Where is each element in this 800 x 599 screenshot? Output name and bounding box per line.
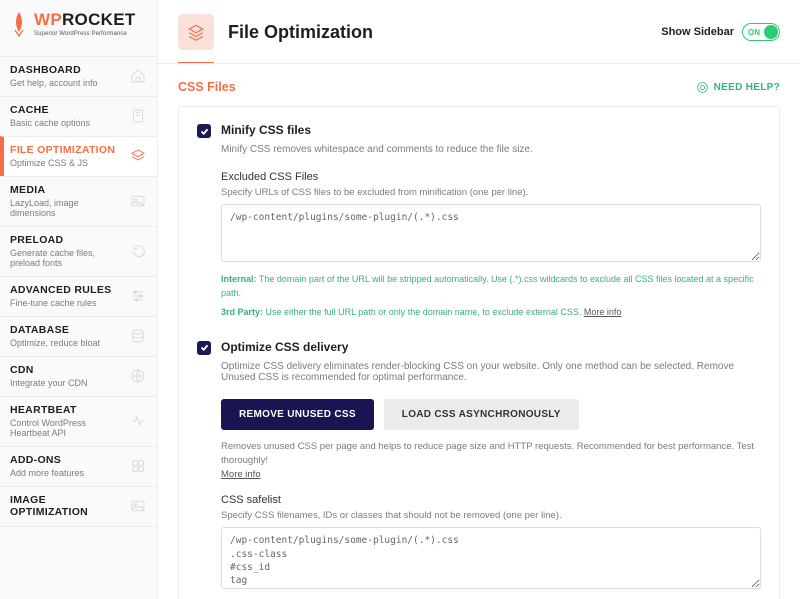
sidebar-item-title: DASHBOARD xyxy=(10,64,98,76)
lifebuoy-icon xyxy=(696,81,709,94)
sidebar-item-preload[interactable]: PRELOAD Generate cache files, preload fon… xyxy=(0,226,157,276)
sidebar-item-title: MEDIA xyxy=(10,184,123,196)
sidebar-item-title: CACHE xyxy=(10,104,90,116)
remove-unused-desc: Removes unused CSS per page and helps to… xyxy=(221,440,761,483)
sidebar-item-cdn[interactable]: CDN Integrate your CDN xyxy=(0,356,157,396)
safelist-title: CSS safelist xyxy=(221,494,761,506)
sidebar-item-title: HEARTBEAT xyxy=(10,404,125,416)
more-info-link[interactable]: More info xyxy=(584,307,622,317)
media-icon xyxy=(129,192,147,210)
sidebar-item-title: FILE OPTIMIZATION xyxy=(10,144,115,156)
sidebar-item-desc: LazyLoad, image dimensions xyxy=(10,198,123,218)
sliders-icon xyxy=(129,287,147,305)
safelist-textarea[interactable] xyxy=(221,527,761,589)
optimize-css-checkbox[interactable] xyxy=(197,341,211,355)
sidebar-item-file-optimization[interactable]: FILE OPTIMIZATION Optimize CSS & JS xyxy=(0,136,157,176)
preload-icon xyxy=(131,242,147,260)
show-sidebar-label: Show Sidebar xyxy=(661,26,734,38)
excluded-css-desc: Specify URLs of CSS files to be excluded… xyxy=(221,187,761,198)
remove-unused-css-button[interactable]: REMOVE UNUSED CSS xyxy=(221,399,374,430)
sidebar-item-desc: Fine-tune cache rules xyxy=(10,298,111,308)
page-icon xyxy=(178,14,214,50)
excluded-css-textarea[interactable] xyxy=(221,204,761,262)
sidebar-item-desc: Optimize, reduce bloat xyxy=(10,338,100,348)
image-icon xyxy=(130,497,147,515)
sidebar-item-cache[interactable]: CACHE Basic cache options xyxy=(0,96,157,136)
cache-icon xyxy=(129,107,147,125)
sidebar-item-title: DATABASE xyxy=(10,324,100,336)
sidebar-item-desc: Generate cache files, preload fonts xyxy=(10,248,125,268)
sidebar-item-database[interactable]: DATABASE Optimize, reduce bloat xyxy=(0,316,157,356)
sidebar-item-image-optimization[interactable]: IMAGE OPTIMIZATION xyxy=(0,486,157,527)
safelist-desc: Specify CSS filenames, IDs or classes th… xyxy=(221,510,761,521)
sidebar-item-title: ADVANCED RULES xyxy=(10,284,111,296)
addons-icon xyxy=(129,457,147,475)
optimize-css-title: Optimize CSS delivery xyxy=(221,340,348,354)
rocket-icon xyxy=(10,10,28,38)
sidebar-item-title: CDN xyxy=(10,364,88,376)
home-icon xyxy=(129,67,147,85)
sidebar-item-desc: Get help, account info xyxy=(10,78,98,88)
stack-icon xyxy=(129,147,147,165)
brand-tagline: Superior WordPress Performance xyxy=(34,31,136,37)
sidebar-item-desc: Control WordPress Heartbeat API xyxy=(10,418,125,438)
minify-css-desc: Minify CSS removes whitespace and commen… xyxy=(221,144,761,155)
section-title: CSS Files xyxy=(178,80,236,94)
sidebar-item-media[interactable]: MEDIA LazyLoad, image dimensions xyxy=(0,176,157,226)
sidebar-item-title: IMAGE OPTIMIZATION xyxy=(10,494,124,518)
show-sidebar-toggle[interactable]: ON xyxy=(742,23,780,41)
sidebar-item-desc: Basic cache options xyxy=(10,118,90,128)
optimize-css-desc: Optimize CSS delivery eliminates render-… xyxy=(221,361,761,383)
database-icon xyxy=(129,327,147,345)
sidebar-item-dashboard[interactable]: DASHBOARD Get help, account info xyxy=(0,56,157,96)
minify-css-checkbox[interactable] xyxy=(197,124,211,138)
sidebar-item-heartbeat[interactable]: HEARTBEAT Control WordPress Heartbeat API xyxy=(0,396,157,446)
excluded-note-3rdparty: 3rd Party: Use either the full URL path … xyxy=(221,306,761,320)
logo: WPROCKET Superior WordPress Performance xyxy=(0,0,157,56)
brand-title: WPROCKET xyxy=(34,10,136,30)
sidebar-item-desc: Optimize CSS & JS xyxy=(10,158,115,168)
page-title: File Optimization xyxy=(228,22,373,43)
load-css-async-button[interactable]: LOAD CSS ASYNCHRONOUSLY xyxy=(384,399,579,430)
sidebar-item-desc: Add more features xyxy=(10,468,84,478)
cdn-icon xyxy=(129,367,147,385)
sidebar-item-title: ADD-ONS xyxy=(10,454,84,466)
need-help-link[interactable]: NEED HELP? xyxy=(696,81,780,94)
sidebar-item-advanced-rules[interactable]: ADVANCED RULES Fine-tune cache rules xyxy=(0,276,157,316)
sidebar-item-add-ons[interactable]: ADD-ONS Add more features xyxy=(0,446,157,486)
heartbeat-icon xyxy=(131,412,147,430)
minify-css-title: Minify CSS files xyxy=(221,123,311,137)
more-info-link-2[interactable]: More info xyxy=(221,469,261,480)
sidebar-item-desc: Integrate your CDN xyxy=(10,378,88,388)
stack-icon xyxy=(187,23,205,41)
sidebar-item-title: PRELOAD xyxy=(10,234,125,246)
excluded-note-internal: Internal: The domain part of the URL wil… xyxy=(221,273,761,300)
excluded-css-title: Excluded CSS Files xyxy=(221,171,761,183)
